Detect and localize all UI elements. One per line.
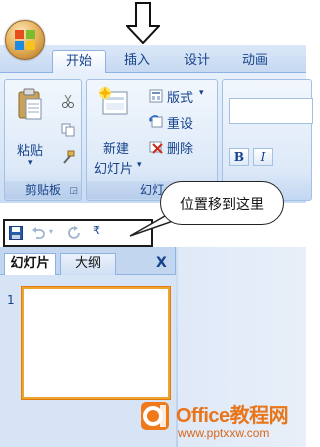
delete-slide-icon[interactable] — [149, 140, 163, 154]
watermark: Office教程网 www.pptxxw.com — [138, 393, 306, 447]
tab-home[interactable]: 开始 — [52, 50, 106, 74]
watermark-title: Office教程网 — [176, 405, 289, 427]
reset-button[interactable]: 重设 — [167, 113, 193, 132]
annotation-callout: 位置移到这里 — [160, 181, 284, 225]
tab-outline[interactable]: 大纲 — [60, 253, 116, 275]
new-slide-dropdown-icon[interactable]: ▾ — [137, 160, 142, 170]
office-button[interactable] — [5, 20, 45, 60]
new-slide-label-2[interactable]: 幻灯片 — [94, 158, 133, 177]
format-painter-icon[interactable] — [61, 150, 75, 164]
group-clipboard: 粘贴 ▾ 剪贴板 ◲ — [4, 79, 82, 201]
office-logo-icon — [15, 30, 35, 50]
bold-button[interactable]: B — [229, 148, 249, 166]
slide-number: 1 — [7, 293, 15, 307]
paste-icon[interactable] — [17, 88, 43, 122]
redo-icon[interactable] — [67, 226, 81, 240]
undo-dropdown-icon[interactable]: ▾ — [49, 227, 53, 236]
reset-icon[interactable] — [149, 115, 163, 129]
slide-pane-tabs: 幻灯片 大纲 X — [0, 251, 176, 275]
layout-icon[interactable] — [149, 89, 163, 103]
slide-thumbnail[interactable] — [22, 287, 170, 399]
callout-text: 位置移到这里 — [180, 197, 264, 213]
copy-icon[interactable] — [61, 123, 75, 137]
undo-icon[interactable] — [31, 226, 45, 240]
office-tutorial-logo-icon — [141, 402, 169, 430]
font-name-input[interactable] — [229, 98, 313, 124]
new-slide-icon[interactable] — [97, 86, 129, 116]
layout-dropdown-icon[interactable]: ▾ — [199, 88, 204, 98]
quick-access-toolbar: ▾ ₹ — [3, 219, 153, 247]
watermark-url: www.pptxxw.com — [178, 426, 270, 440]
save-icon[interactable] — [9, 226, 23, 240]
top-band — [0, 0, 306, 45]
down-arrow-icon — [126, 2, 160, 44]
clipboard-group-text: 剪贴板 — [24, 183, 61, 197]
ribbon-tab-row: 开始 插入 设计 动画 — [0, 45, 306, 74]
tab-slides[interactable]: 幻灯片 — [4, 253, 56, 275]
delete-button[interactable]: 删除 — [167, 138, 193, 157]
close-icon[interactable]: X — [156, 255, 167, 271]
new-slide-label[interactable]: 新建 — [103, 138, 129, 157]
layout-button[interactable]: 版式 — [167, 87, 193, 106]
dialog-launcher-icon[interactable]: ◲ — [69, 186, 78, 196]
paste-button-label[interactable]: 粘贴 — [17, 140, 43, 159]
paste-dropdown-icon[interactable]: ▾ — [28, 158, 33, 168]
cut-icon[interactable] — [61, 94, 75, 108]
customize-dropdown-icon[interactable]: ₹ — [93, 224, 100, 237]
tab-animations[interactable]: 动画 — [232, 50, 278, 74]
tab-insert[interactable]: 插入 — [114, 50, 160, 74]
tab-design[interactable]: 设计 — [174, 50, 220, 74]
italic-button[interactable]: I — [253, 148, 273, 166]
